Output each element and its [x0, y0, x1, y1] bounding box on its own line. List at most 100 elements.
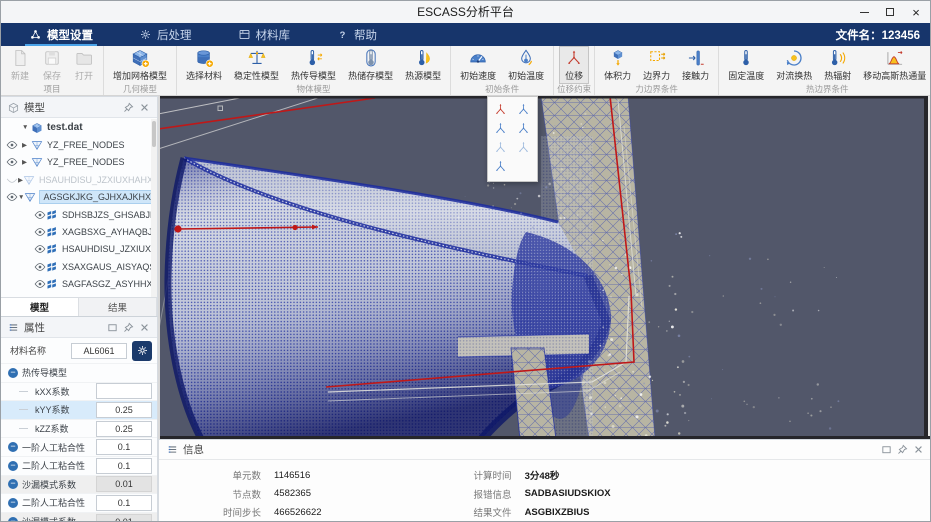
tree-item[interactable]: SDHSBJZS_GHSABJHB_ZAHU: [1, 206, 151, 223]
tree-scrollbar[interactable]: [151, 119, 157, 297]
property-row[interactable]: −沙漏模式系数: [1, 512, 157, 522]
property-value-input[interactable]: [96, 383, 152, 399]
panel-tab-inactive[interactable]: 结果: [79, 298, 157, 316]
toolbar-button-initial-temperature[interactable]: 初始温度: [503, 46, 549, 84]
toolbar-button-heat-storage-model[interactable]: 热储存模型: [343, 46, 398, 84]
viewport-3d-scene[interactable]: [158, 96, 931, 439]
viewport-3d[interactable]: [158, 96, 931, 439]
toolbar-button-open-folder[interactable]: 打开: [69, 46, 99, 84]
info-field-label: 单元数: [201, 468, 261, 482]
material-name-input[interactable]: [71, 343, 127, 359]
property-value-input[interactable]: [96, 402, 152, 418]
close-icon[interactable]: [913, 444, 924, 455]
collapse-minus-icon[interactable]: −: [8, 517, 18, 522]
tree-item[interactable]: ▶YZ_FREE_NODES: [1, 136, 151, 153]
pin-icon[interactable]: [897, 444, 908, 455]
menu-item-model-settings[interactable]: 模型设置: [23, 23, 99, 46]
tree-item[interactable]: SAGFASGZ_ASYHHXSN: [1, 276, 151, 293]
expand-arrow-icon[interactable]: ▼: [22, 124, 31, 131]
collapse-minus-icon[interactable]: −: [8, 479, 18, 489]
tree-item[interactable]: ▶YZ_FREE_NODES: [1, 154, 151, 171]
displacement-option-7[interactable]: [489, 157, 512, 176]
visibility-eye-open-icon[interactable]: [6, 139, 22, 151]
close-icon[interactable]: [139, 322, 150, 333]
toolbar-button-heat-conduction-model[interactable]: 热传导模型: [286, 46, 341, 84]
property-row[interactable]: −二阶人工粘合性: [1, 456, 157, 475]
toolbar-button-heat-source-model[interactable]: 热源模型: [400, 46, 446, 84]
property-row[interactable]: −一阶人工粘合性: [1, 437, 157, 456]
tree-scrollbar-thumb[interactable]: [152, 121, 156, 147]
toolbar-button-contact-force[interactable]: 接触力: [677, 46, 714, 84]
tree-item[interactable]: XSAXGAUS_AISYAQSH_ASHX: [1, 258, 151, 275]
toolbar-button-moving-gauss-flux[interactable]: 移动高斯热通量: [858, 46, 931, 84]
expand-arrow-icon[interactable]: ▶: [22, 141, 31, 149]
maximize-button[interactable]: [882, 4, 898, 20]
displacement-option-5[interactable]: [489, 138, 512, 157]
property-value-input[interactable]: [96, 458, 152, 474]
visibility-eye-open-icon[interactable]: [34, 278, 46, 290]
toolbar-button-add-mesh-model[interactable]: 增加网格模型: [108, 46, 172, 84]
toolbar-button-initial-velocity[interactable]: 初始速度: [455, 46, 501, 84]
collapse-minus-icon[interactable]: −: [8, 368, 18, 378]
displacement-option-6[interactable]: [512, 138, 535, 157]
displacement-option-3[interactable]: [489, 119, 512, 138]
toolbar-button-convection[interactable]: 对流换热: [771, 46, 817, 84]
tree-connector: [19, 428, 28, 429]
tree-item[interactable]: ▶HSAUHDISU_JZXIUXHAHX: [1, 171, 151, 188]
property-row[interactable]: −热传导模型: [1, 363, 157, 382]
collapse-minus-icon[interactable]: −: [8, 498, 18, 508]
property-value-input[interactable]: [96, 495, 152, 511]
visibility-eye-open-icon[interactable]: [34, 226, 46, 238]
pin-icon[interactable]: [123, 102, 134, 113]
toolbar-button-save[interactable]: 保存: [37, 46, 67, 84]
menu-item-material-library[interactable]: 材料库: [232, 23, 297, 46]
collapse-minus-icon[interactable]: −: [8, 461, 18, 471]
float-icon[interactable]: [881, 444, 892, 455]
displacement-option-4[interactable]: [512, 119, 535, 138]
menu-item-label: 后处理: [157, 27, 192, 43]
property-row[interactable]: −沙漏模式系数: [1, 475, 157, 494]
pin-icon[interactable]: [123, 322, 134, 333]
float-icon[interactable]: [107, 322, 118, 333]
minimize-button[interactable]: [856, 4, 872, 20]
property-row[interactable]: −二阶人工粘合性: [1, 493, 157, 512]
toolbar-button-new-file[interactable]: 新建: [5, 46, 35, 84]
visibility-eye-open-icon[interactable]: [34, 209, 46, 221]
property-value-input[interactable]: [96, 514, 152, 522]
close-button[interactable]: ×: [908, 4, 924, 20]
tree-item[interactable]: ▼test.dat: [1, 119, 151, 136]
property-row[interactable]: kXX系数: [1, 382, 157, 401]
tree-item[interactable]: XAGBSXG_AYHAQBJ: [1, 223, 151, 240]
panel-tab-active[interactable]: 模型: [1, 298, 79, 316]
toolbar-button-fixed-temperature[interactable]: 固定温度: [723, 46, 769, 84]
close-icon[interactable]: [139, 102, 150, 113]
tree-item[interactable]: ▼AGSGKJKG_GJHXAJKHXA: [1, 189, 151, 206]
toolbar-button-stability-model[interactable]: 稳定性模型: [229, 46, 284, 84]
property-row[interactable]: kZZ系数: [1, 419, 157, 438]
property-value-input[interactable]: [96, 421, 152, 437]
displacement-option-2[interactable]: [512, 100, 535, 119]
property-row[interactable]: kYY系数: [1, 400, 157, 419]
collapse-minus-icon[interactable]: −: [8, 442, 18, 452]
contact-force-icon: [686, 48, 706, 68]
visibility-eye-open-icon[interactable]: [34, 261, 46, 273]
tree-item[interactable]: HSAUHDISU_JZXIUXHAHX: [1, 241, 151, 258]
menu-item-help[interactable]: ?帮助: [330, 23, 383, 46]
toolbar-button-select-material[interactable]: 选择材料: [181, 46, 227, 84]
cube-icon: [31, 122, 43, 134]
displacement-option-1[interactable]: [489, 100, 512, 119]
toolbar-button-displacement[interactable]: 位移: [559, 46, 589, 84]
property-value-input[interactable]: [96, 476, 152, 492]
property-value-input[interactable]: [96, 439, 152, 455]
toolbar-button-boundary-force[interactable]: 边界力: [638, 46, 675, 84]
visibility-eye-open-icon[interactable]: [6, 156, 22, 168]
visibility-eye-open-icon[interactable]: [6, 191, 18, 203]
menu-item-post-processing[interactable]: 后处理: [133, 23, 198, 46]
visibility-eye-closed-icon[interactable]: [6, 174, 18, 186]
visibility-eye-open-icon[interactable]: [34, 243, 46, 255]
material-settings-button[interactable]: [132, 341, 152, 361]
toolbar-button-body-force[interactable]: 体积力: [599, 46, 636, 84]
toolbar-button-thermal-radiation[interactable]: 热辐射: [819, 46, 856, 84]
expand-arrow-icon[interactable]: ▶: [22, 158, 31, 166]
displacement-icon: [564, 48, 584, 68]
